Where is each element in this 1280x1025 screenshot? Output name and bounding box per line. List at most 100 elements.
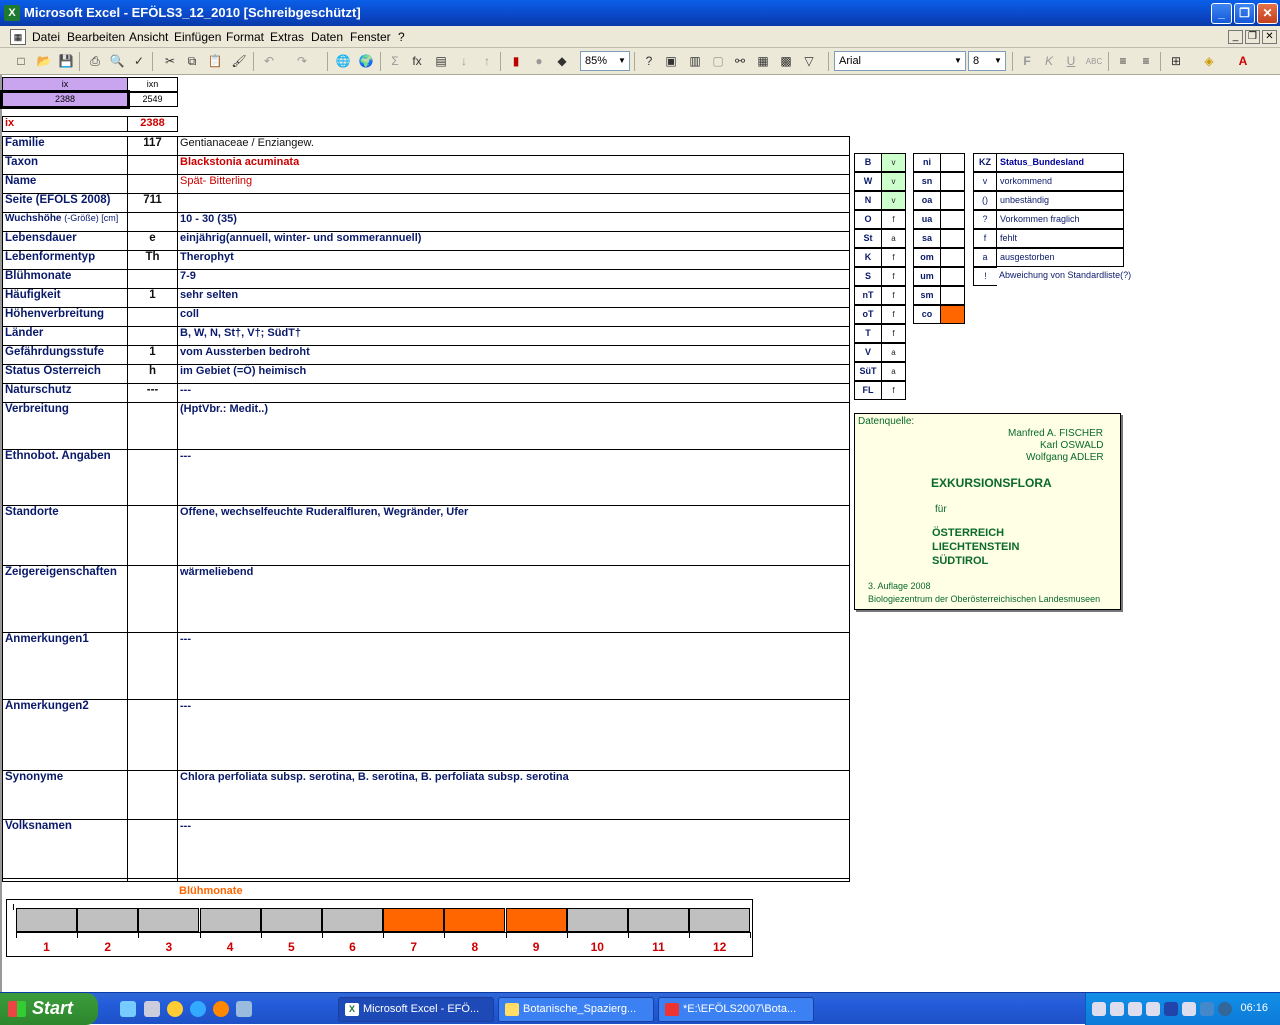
row-value[interactable]: B, W, N, St†, V†; SüdT† xyxy=(177,326,850,346)
menu-ansicht[interactable]: Ansicht xyxy=(129,30,168,44)
font-color-icon[interactable]: A xyxy=(1234,53,1252,70)
row-value[interactable]: Therophyt xyxy=(177,250,850,270)
tall-row-code[interactable] xyxy=(127,505,178,566)
align-left-icon[interactable]: ≡ xyxy=(1114,53,1132,70)
italic-icon[interactable]: K xyxy=(1040,53,1058,70)
outlook-icon[interactable] xyxy=(236,1001,252,1017)
row-code[interactable] xyxy=(127,269,178,289)
binoculars-icon[interactable]: ⚯ xyxy=(731,53,749,70)
toolbar-icon-1[interactable]: ▣ xyxy=(662,53,680,70)
ixn-value[interactable]: 2549 xyxy=(127,92,178,107)
row-value[interactable]: einjährig(annuell, winter- und sommerann… xyxy=(177,231,850,251)
row-code[interactable] xyxy=(127,212,178,232)
menu-help[interactable]: ? xyxy=(398,30,405,44)
menu-einfuegen[interactable]: Einfügen xyxy=(174,30,221,44)
ix-red-value[interactable]: 2388 xyxy=(127,116,178,132)
row-code[interactable]: Th xyxy=(127,250,178,270)
volume-icon[interactable] xyxy=(1110,1002,1124,1016)
research-icon[interactable]: 🌍 xyxy=(357,53,375,70)
minimize-button[interactable]: _ xyxy=(1211,3,1232,24)
region-status[interactable] xyxy=(940,153,965,172)
drawing-icon[interactable]: ◆ xyxy=(553,53,571,70)
doc-restore-button[interactable]: ❐ xyxy=(1245,30,1260,44)
bold-icon[interactable]: F xyxy=(1018,53,1036,70)
tall-row-code[interactable] xyxy=(127,632,178,700)
desktop-icon[interactable] xyxy=(120,1001,136,1017)
ix-value[interactable]: 2388 xyxy=(0,90,130,109)
filter-icon[interactable]: ▽ xyxy=(800,53,818,70)
format-painter-icon[interactable]: 🖌 xyxy=(230,53,248,70)
row-code[interactable]: 117 xyxy=(127,136,178,156)
doc-close-button[interactable]: ✕ xyxy=(1262,30,1277,44)
row-value[interactable]: sehr selten xyxy=(177,288,850,308)
country-status[interactable]: f xyxy=(881,324,906,343)
tall-row-code[interactable] xyxy=(127,699,178,771)
borders-icon[interactable]: ⊞ xyxy=(1167,53,1185,70)
strikethrough-icon[interactable]: ABC xyxy=(1085,53,1103,70)
zoom-combo[interactable]: 85% ▼ xyxy=(580,51,630,71)
menu-daten[interactable]: Daten xyxy=(311,30,343,44)
autosum-icon[interactable]: Σ xyxy=(386,53,404,70)
country-status[interactable]: a xyxy=(881,229,906,248)
bloom-chart[interactable]: 1 2 3 4 5 6 7 8 9 10 11 12 xyxy=(6,899,753,957)
ixn-header[interactable]: ixn xyxy=(127,77,178,92)
toolbar-icon-2[interactable]: ▥ xyxy=(686,53,704,70)
chart-icon[interactable]: ▤ xyxy=(432,53,450,70)
region-status[interactable] xyxy=(940,172,965,191)
row-code[interactable] xyxy=(127,174,178,194)
calculator-icon[interactable]: ▩ xyxy=(777,53,795,70)
task-folder[interactable]: Botanische_Spazierg... xyxy=(498,997,654,1022)
undo-icon[interactable]: ↶ xyxy=(260,53,278,70)
doc-minimize-button[interactable]: _ xyxy=(1228,30,1243,44)
region-status[interactable] xyxy=(940,248,965,267)
maximize-button[interactable]: ❐ xyxy=(1234,3,1255,24)
redo-icon[interactable]: ↷ xyxy=(293,53,311,70)
tall-row-value[interactable]: --- xyxy=(177,699,850,771)
menu-bearbeiten[interactable]: Bearbeiten xyxy=(67,30,125,44)
row-value[interactable]: Gentianaceae / Enziangew. xyxy=(177,136,850,156)
country-status[interactable]: f xyxy=(881,305,906,324)
function-icon[interactable]: fx xyxy=(408,53,426,70)
grid-icon[interactable]: ▦ xyxy=(754,53,772,70)
menu-format[interactable]: Format xyxy=(226,30,264,44)
spelling-icon[interactable]: ✓ xyxy=(130,53,148,70)
worksheet[interactable]: ix ixn 2388 2549 ix 2388 Familie 117 Genti… xyxy=(0,75,1280,992)
tall-row-code[interactable] xyxy=(127,449,178,506)
row-value[interactable]: im Gebiet (=Ö) heimisch xyxy=(177,364,850,384)
row-code[interactable] xyxy=(127,155,178,175)
media-player-icon[interactable] xyxy=(167,1001,183,1017)
tall-row-value[interactable]: --- xyxy=(177,449,850,506)
region-status[interactable] xyxy=(940,286,965,305)
task-excel[interactable]: X Microsoft Excel - EFÖ... xyxy=(338,997,494,1022)
new-icon[interactable]: □ xyxy=(12,53,30,70)
region-status[interactable] xyxy=(940,229,965,248)
row-code[interactable]: --- xyxy=(127,383,178,403)
cut-icon[interactable]: ✂ xyxy=(161,53,179,70)
tall-row-code[interactable] xyxy=(127,770,178,820)
row-value[interactable]: --- xyxy=(177,383,850,403)
tall-row-value[interactable]: --- xyxy=(177,632,850,700)
tall-row-code[interactable] xyxy=(127,819,178,882)
copy-icon[interactable]: ⧉ xyxy=(183,53,201,70)
tall-row-value[interactable]: (HptVbr.: Medit..) xyxy=(177,402,850,450)
country-status[interactable]: f xyxy=(881,248,906,267)
tall-row-code[interactable] xyxy=(127,565,178,633)
firefox-icon[interactable] xyxy=(213,1001,229,1017)
paste-icon[interactable]: 📋 xyxy=(206,53,224,70)
search-icon[interactable] xyxy=(1128,1002,1142,1016)
toolbar-icon-3[interactable]: ▢ xyxy=(709,53,727,70)
country-status[interactable]: f xyxy=(881,267,906,286)
row-value[interactable]: coll xyxy=(177,307,850,327)
underline-icon[interactable]: U xyxy=(1062,53,1080,70)
menu-datei[interactable]: Datei xyxy=(32,30,60,44)
row-value[interactable]: Blackstonia acuminata xyxy=(177,155,850,175)
row-code[interactable] xyxy=(127,307,178,327)
antivirus-icon[interactable] xyxy=(1182,1002,1196,1016)
row-code[interactable]: 1 xyxy=(127,345,178,365)
font-size-combo[interactable]: 8 ▼ xyxy=(968,51,1006,71)
chart-wizard-icon[interactable]: ▮ xyxy=(507,53,525,70)
region-status[interactable] xyxy=(940,191,965,210)
tall-row-value[interactable]: --- xyxy=(177,819,850,882)
row-value[interactable] xyxy=(177,193,850,213)
print-icon[interactable]: ⎙ xyxy=(86,53,104,70)
